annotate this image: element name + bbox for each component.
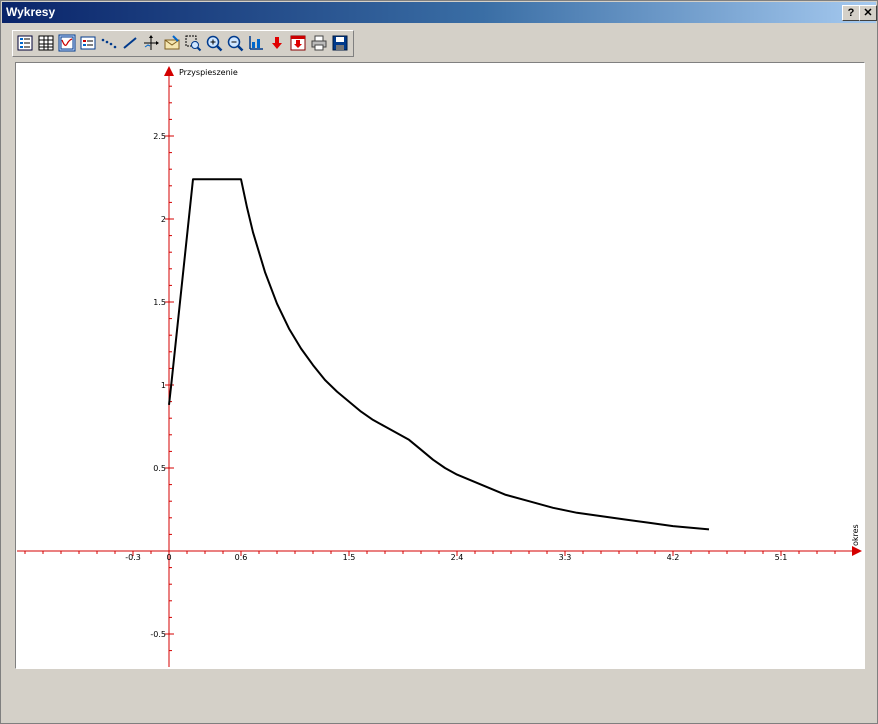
zoom-area-icon[interactable]: [184, 34, 202, 52]
y-tick-label: 2.5: [153, 132, 166, 141]
list-icon[interactable]: [16, 34, 34, 52]
y-axis-label: Przyspieszenie: [179, 68, 238, 77]
close-button[interactable]: ✕: [859, 5, 877, 21]
x-tick-label: 1.5: [343, 553, 356, 562]
save-icon[interactable]: [331, 34, 349, 52]
title-bar[interactable]: Wykresy ? ✕: [2, 2, 877, 23]
x-axis-label: okres: [851, 524, 860, 546]
x-tick-label: 0: [166, 553, 171, 562]
x-axis-arrow: [852, 546, 862, 556]
chart-svg: -0.3 0 0.6 1.5 2.4 3.3 4.2 5.1 -0.5 0.5 1 1.5 2 2.5 Pr…: [17, 66, 862, 667]
x-tick-label: -0.3: [125, 553, 141, 562]
zoom-out-icon[interactable]: [226, 34, 244, 52]
series-line: [168, 178, 710, 531]
x-tick-label: 4.2: [667, 553, 680, 562]
legend-icon[interactable]: [79, 34, 97, 52]
points-line-icon[interactable]: [100, 34, 118, 52]
window-title: Wykresy: [6, 5, 56, 19]
line-icon[interactable]: [121, 34, 139, 52]
x-tick-label: 3.3: [559, 553, 572, 562]
wykresy-window: Wykresy ? ✕ -0.3 0 0.6 1.5 2.4 3.3 4.2 5.1 -0.5 0…: [0, 0, 878, 724]
y-tick-label: -0.5: [150, 630, 166, 639]
y-tick-label: 1: [161, 381, 166, 390]
chart-view-icon[interactable]: [58, 34, 76, 52]
y-tick-label: 0.5: [153, 464, 166, 473]
y-tick-label: 2: [161, 215, 166, 224]
chart-toolbar: [12, 30, 354, 57]
zoom-in-icon[interactable]: [205, 34, 223, 52]
chart-area[interactable]: -0.3 0 0.6 1.5 2.4 3.3 4.2 5.1 -0.5 0.5 1 1.5 2 2.5 Pr…: [15, 62, 865, 669]
y-axis-arrow: [164, 66, 174, 76]
help-button[interactable]: ?: [842, 5, 860, 21]
print-icon[interactable]: [310, 34, 328, 52]
table-icon[interactable]: [37, 34, 55, 52]
axes-icon[interactable]: [142, 34, 160, 52]
scale-icon[interactable]: [247, 34, 265, 52]
x-tick-label: 2.4: [451, 553, 464, 562]
down-arrow-icon[interactable]: [268, 34, 286, 52]
y-tick-label: 1.5: [153, 298, 166, 307]
annotate-icon[interactable]: [163, 34, 181, 52]
export-icon[interactable]: [289, 34, 307, 52]
x-tick-label: 0.6: [235, 553, 248, 562]
x-tick-label: 5.1: [775, 553, 788, 562]
